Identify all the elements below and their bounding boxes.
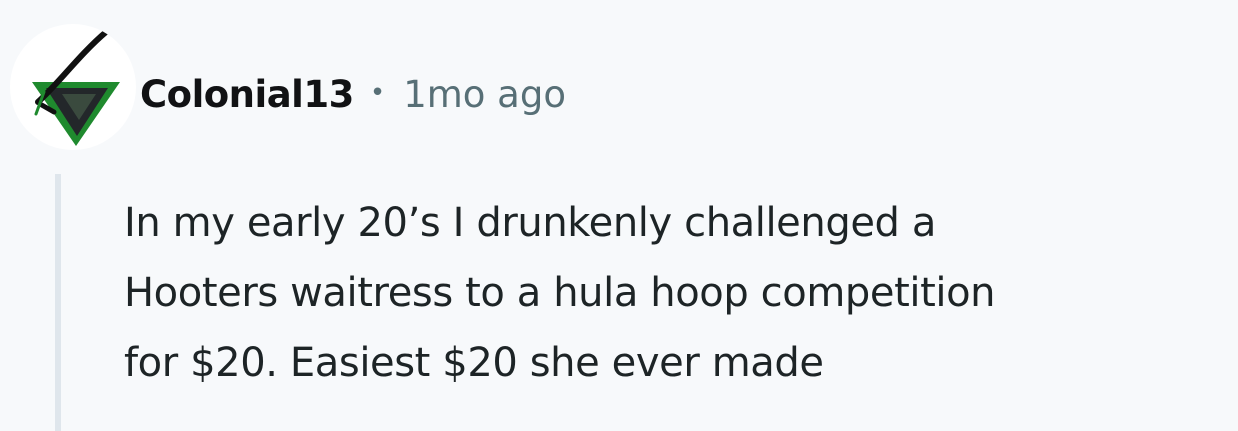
comment-body-line: Hooters waitress to a hula hoop competit…: [124, 270, 996, 316]
thread-collapse-line[interactable]: [55, 174, 61, 431]
user-avatar[interactable]: [10, 24, 136, 150]
comment-timestamp[interactable]: 1mo ago: [403, 73, 566, 116]
green-triangle-blade-icon: [32, 29, 120, 146]
comment-body-line: for $20. Easiest $20 she ever made: [124, 340, 824, 386]
comment-body-line: In my early 20’s I drunkenly challenged …: [124, 200, 936, 246]
author-username[interactable]: Colonial13: [140, 73, 354, 116]
meta-separator: •: [369, 78, 386, 108]
comment-meta: Colonial13 • 1mo ago: [140, 66, 566, 122]
comment: Colonial13 • 1mo ago In my early 20’s I …: [0, 0, 1238, 431]
comment-body: In my early 20’s I drunkenly challenged …: [124, 188, 1234, 398]
